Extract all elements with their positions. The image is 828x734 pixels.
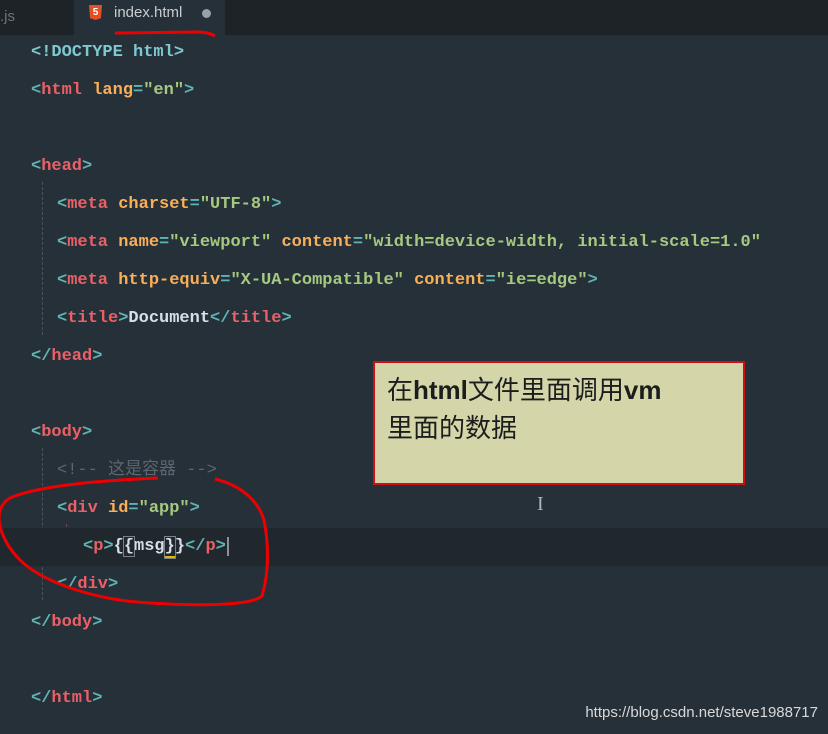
code-line-current: <p>{{msg}}</p> [0,528,828,566]
code-line: </div> [57,575,119,594]
text-cursor-icon: I [537,493,544,515]
code-line: <head> [31,157,93,176]
code-line: <meta charset="UTF-8"> [57,195,282,214]
html5-icon: 5 [89,5,102,20]
code-line: <meta http-equiv="X-UA-Compatible" conte… [57,271,598,290]
code-line: <!DOCTYPE html> [31,43,185,62]
code-line: <meta name="viewport" content="width=dev… [57,233,761,252]
code-line: </body> [31,613,103,632]
tab-js[interactable]: .js [0,0,74,35]
code-line: <html lang="en"> [31,81,195,100]
code-line: <title>Document</title> [57,309,292,328]
tab-label: .js [0,8,15,25]
tab-index-html[interactable]: 5 index.html [74,0,225,35]
annotation-note: 在html文件里面调用vm 里面的数据 [373,361,745,485]
watermark: https://blog.csdn.net/steve1988717 [585,704,818,721]
unsaved-dot-icon[interactable] [202,9,211,18]
code-line: <div id="app"> [57,499,200,518]
tab-label: index.html [114,4,183,21]
tab-bar: .js 5 index.html [0,0,828,35]
